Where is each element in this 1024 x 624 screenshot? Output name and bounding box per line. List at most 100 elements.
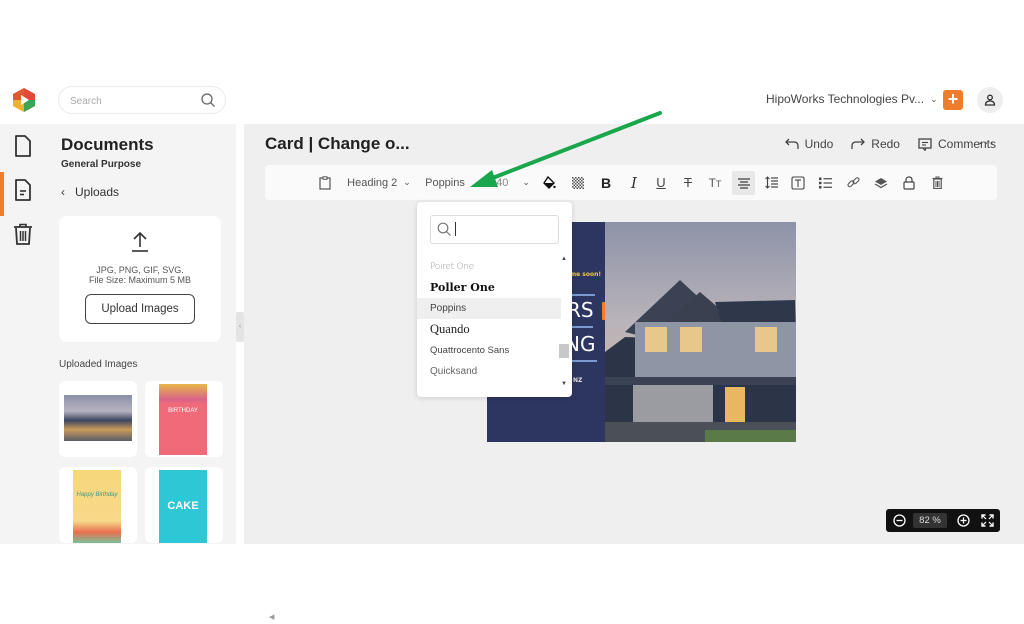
font-option-quicksand[interactable]: Quicksand — [417, 361, 561, 382]
fill-color-button[interactable] — [539, 165, 559, 200]
rail-item-files[interactable] — [0, 128, 46, 164]
undo-button[interactable]: Undo — [784, 137, 834, 151]
text-box-button[interactable] — [788, 165, 808, 200]
zoom-out-button[interactable] — [891, 512, 908, 529]
text-case-button[interactable]: TT — [705, 165, 725, 200]
clipboard-icon — [319, 175, 331, 190]
underline-button[interactable]: U — [651, 165, 671, 200]
font-option-poiret-one[interactable]: Poiret One — [417, 256, 561, 277]
comment-icon — [918, 137, 932, 151]
redo-button[interactable]: Redo — [851, 137, 900, 151]
happy-birthday-text: Happy Birthday — [76, 492, 118, 498]
font-option-quando[interactable]: Quando — [417, 319, 561, 340]
birthday-card-text: BIRTHDAY — [168, 408, 198, 414]
font-family-value: Poppins — [425, 176, 465, 189]
zoom-out-icon — [893, 514, 906, 527]
editor-actions: Undo Redo Comments — [784, 137, 996, 151]
redo-label: Redo — [871, 137, 900, 151]
house-thumbnail-image — [64, 395, 132, 441]
text-toolbar: Heading 2 ⌄ Poppins 40 ⌄ B I U T TT — [265, 165, 997, 200]
font-list: Poiret One Poller One Poppins Quando Qua… — [417, 256, 561, 391]
uploaded-images-label: Uploaded Images — [59, 359, 138, 370]
scroll-up-arrow-icon[interactable]: ▲ — [561, 256, 567, 262]
lock-icon — [903, 175, 915, 190]
bullet-list-icon — [818, 177, 832, 188]
transparency-button[interactable] — [568, 165, 588, 200]
bold-icon: B — [600, 174, 612, 191]
text-box-icon — [791, 175, 805, 190]
upload-images-button[interactable]: Upload Images — [85, 294, 195, 324]
file-icon — [15, 135, 31, 157]
font-search-box[interactable] — [430, 215, 559, 244]
italic-button[interactable]: I — [624, 165, 644, 200]
link-button[interactable] — [843, 165, 863, 200]
font-option-poller-one[interactable]: Poller One — [417, 277, 561, 298]
text-style-select[interactable]: Heading 2 ⌄ — [345, 165, 413, 200]
horizontal-scrollbar[interactable]: ◀ — [244, 613, 1014, 624]
rail-item-trash[interactable] — [0, 216, 46, 252]
italic-icon: I — [631, 173, 637, 192]
user-avatar[interactable] — [977, 87, 1003, 113]
scrollbar-thumb[interactable] — [559, 344, 569, 358]
fullscreen-button[interactable] — [979, 512, 996, 529]
line-height-button[interactable] — [761, 165, 781, 200]
thumbnail-happy-birthday[interactable]: Happy Birthday — [59, 467, 137, 543]
scroll-down-arrow-icon[interactable]: ▼ — [561, 381, 567, 387]
list-button[interactable] — [815, 165, 835, 200]
upload-dropzone[interactable]: JPG, PNG, GIF, SVG. File Size: Maximum 5… — [59, 216, 221, 342]
chevron-down-icon: ⌄ — [403, 177, 411, 187]
upload-size-limit: File Size: Maximum 5 MB — [88, 275, 192, 285]
lock-button[interactable] — [899, 165, 919, 200]
redo-icon — [851, 138, 866, 149]
birthday-card-image: BIRTHDAY — [159, 384, 207, 455]
scroll-left-arrow-icon[interactable]: ◀ — [269, 613, 274, 621]
font-family-select[interactable]: Poppins — [421, 165, 469, 200]
app-logo[interactable] — [11, 87, 37, 113]
more-options-button[interactable]: ··· — [978, 134, 995, 150]
left-rail — [0, 124, 46, 544]
house-photo — [605, 222, 796, 442]
add-button[interactable]: + — [943, 90, 963, 110]
font-option-poppins[interactable]: Poppins — [417, 298, 561, 319]
trash-icon — [932, 176, 942, 189]
bold-button[interactable]: B — [596, 165, 616, 200]
text-cursor — [455, 222, 456, 236]
panel-title: Documents — [61, 135, 154, 154]
clipboard-button[interactable] — [315, 165, 335, 200]
upload-arrow-icon — [132, 231, 148, 252]
zoom-level[interactable]: 82 % — [913, 513, 947, 528]
thumbnail-house-photo[interactable] — [59, 381, 137, 457]
panel-collapse-handle[interactable]: ‹ — [236, 312, 244, 342]
font-size-select[interactable]: 40 ⌄ — [493, 165, 533, 200]
uploads-panel: Documents General Purpose ‹ Uploads JPG,… — [46, 124, 236, 544]
search-input[interactable] — [70, 92, 200, 110]
strikethrough-button[interactable]: T — [678, 165, 698, 200]
organization-selector[interactable]: HipoWorks Technologies Pv... ⌄ — [766, 92, 938, 106]
delete-element-button[interactable] — [927, 165, 947, 200]
vertical-scrollbar[interactable] — [1014, 204, 1024, 624]
search-icon[interactable] — [200, 92, 216, 108]
layers-icon — [874, 177, 888, 188]
chevron-down-icon: ⌄ — [930, 93, 938, 104]
zoom-in-icon — [957, 514, 970, 527]
font-list-scrollbar[interactable]: ▲ ▼ — [559, 256, 569, 391]
expand-icon — [981, 514, 994, 527]
document-title[interactable]: Card | Change o... — [265, 134, 410, 154]
thumbnail-birthday-card[interactable]: BIRTHDAY — [145, 381, 223, 457]
font-option-quattrocento-sans[interactable]: Quattrocento Sans — [417, 340, 561, 361]
card-footer-text: NZ — [573, 377, 583, 384]
align-center-button[interactable] — [732, 171, 755, 195]
thumbnail-cake-card[interactable]: CAKE — [145, 467, 223, 543]
font-size-value: 40 — [496, 176, 509, 189]
zoom-in-button[interactable] — [955, 512, 972, 529]
chevron-down-icon: ⌄ — [522, 177, 530, 187]
zoom-value: 82 — [919, 515, 930, 526]
checkerboard-icon — [572, 176, 584, 189]
uploads-back-link[interactable]: ‹ Uploads — [61, 185, 119, 199]
font-family-dropdown: Poiret One Poller One Poppins Quando Qua… — [417, 202, 572, 397]
rail-item-documents[interactable] — [0, 172, 46, 216]
happy-birthday-image: Happy Birthday — [73, 470, 121, 543]
search-box[interactable] — [58, 86, 226, 114]
undo-label: Undo — [804, 137, 834, 151]
layers-button[interactable] — [871, 165, 891, 200]
